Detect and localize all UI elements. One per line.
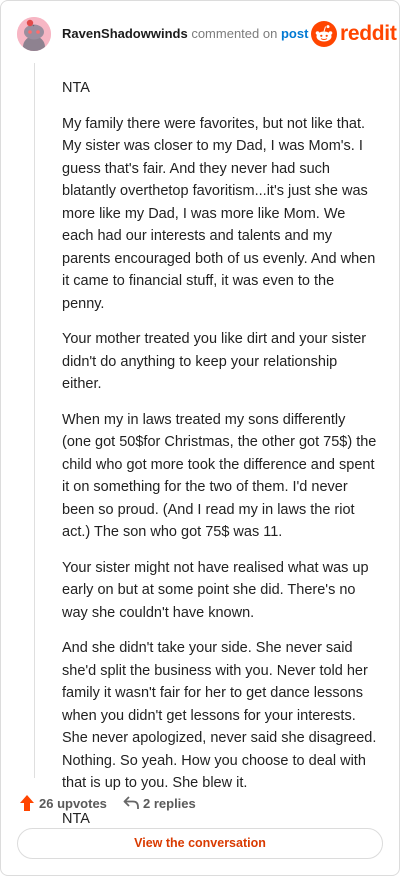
comment-paragraph: When my in laws treated my sons differen… [62,411,377,541]
comment-header: RavenShadowwinds commented on post reddi… [17,17,397,51]
snoo-avatar-icon[interactable] [17,17,51,51]
reply-count: 2 replies [143,796,196,811]
view-conversation-button[interactable]: View the conversation [17,828,383,859]
username[interactable]: RavenShadowwinds [62,26,188,41]
comment-paragraph: My family there were favorites, but not … [62,115,376,312]
thread-line [34,63,35,778]
reddit-brand[interactable]: reddit [311,21,397,47]
comment-paragraph: NTA [62,810,90,827]
brand-name: reddit [340,22,397,45]
action-text: commented on [191,26,278,41]
comment-body: NTA My family there were favorites, but … [62,77,378,843]
reddit-logo-icon [311,21,337,47]
post-link[interactable]: post [281,26,308,41]
comment-paragraph: Your sister might not have realised what… [62,559,369,621]
comment-paragraph: Your mother treated you like dirt and yo… [62,331,367,392]
comment-paragraph: And she didn't take your side. She never… [62,640,377,791]
reply-arrow-icon[interactable] [123,794,140,811]
comment-paragraph: NTA [62,80,90,96]
upvote-arrow-icon[interactable] [19,794,35,812]
comment-meta: RavenShadowwinds commented on post [62,26,308,42]
upvote-count: 26 upvotes [39,796,107,811]
comment-card: RavenShadowwinds commented on post reddi… [0,0,400,876]
